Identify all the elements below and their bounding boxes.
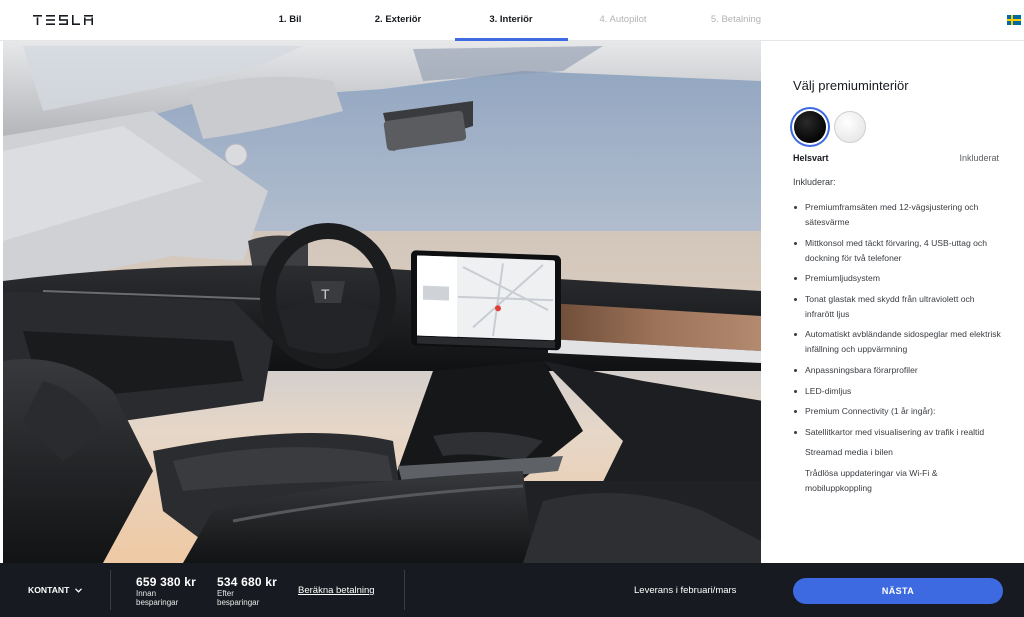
summary-footer: KONTANT 659 380 kr Innan besparingar 534…: [0, 563, 1024, 617]
list-item: Streamad media i bilen: [805, 447, 893, 458]
interior-image: T: [3, 41, 761, 563]
configurator-steps: 1. Bil 2. Exteriör 3. Interiör 4. Autopi…: [240, 0, 800, 41]
list-item: Premium Connectivity (1 år ingår):: [793, 404, 1005, 419]
payment-type-label: KONTANT: [28, 585, 70, 595]
list-item: Mittkonsol med täckt förvaring, 4 USB-ut…: [793, 236, 1005, 266]
calculate-payment-link[interactable]: Beräkna betalning: [298, 585, 375, 596]
swatch-white-interior[interactable]: [834, 111, 866, 143]
interior-options-panel: Välj premiuminteriör Helsvart Inkluderat…: [761, 41, 1024, 563]
list-item: Automatiskt avbländande sidospeglar med …: [793, 327, 1005, 357]
sweden-flag-icon[interactable]: [1007, 15, 1021, 25]
swatch-black-interior[interactable]: [794, 111, 826, 143]
top-navigation: 1. Bil 2. Exteriör 3. Interiör 4. Autopi…: [0, 0, 1024, 41]
footer-divider: [110, 570, 111, 610]
step-betalning[interactable]: 5. Betalning: [708, 0, 764, 41]
chevron-down-icon: [75, 587, 83, 593]
price-after-savings: 534 680 kr: [217, 575, 278, 589]
price-after-label: Efter besparingar: [217, 589, 260, 607]
list-item: Anpassningsbara förarprofiler: [793, 363, 1005, 378]
car-interior-illustration: T: [3, 41, 761, 563]
step-autopilot[interactable]: 4. Autopilot: [595, 0, 651, 41]
step-exterior[interactable]: 2. Exteriör: [373, 0, 423, 41]
selected-interior-price: Inkluderat: [959, 153, 999, 163]
next-button[interactable]: NÄSTA: [793, 578, 1003, 604]
panel-title: Välj premiuminteriör: [793, 78, 909, 93]
payment-type-dropdown[interactable]: KONTANT: [28, 585, 83, 595]
footer-divider: [404, 570, 405, 610]
svg-text:T: T: [321, 286, 330, 302]
price-before-label: Innan besparingar: [136, 589, 179, 607]
includes-label: Inkluderar:: [793, 177, 836, 187]
selected-interior-name: Helsvart: [793, 153, 829, 163]
list-item: Tonat glastak med skydd från ultraviolet…: [793, 292, 1005, 322]
list-item: Premiumframsäten med 12-vägsjustering oc…: [793, 200, 1005, 230]
list-item: Satellitkartor med visualisering av traf…: [793, 425, 1005, 440]
feature-list: Premiumframsäten med 12-vägsjustering oc…: [793, 200, 1005, 502]
price-before-savings: 659 380 kr: [136, 575, 197, 589]
step-bil[interactable]: 1. Bil: [275, 0, 305, 41]
delivery-estimate: Leverans i februari/mars: [634, 585, 737, 596]
tesla-logo[interactable]: [33, 13, 97, 27]
list-item: Trådlösa uppdateringar via Wi-Fi & mobil…: [805, 467, 938, 493]
step-interior[interactable]: 3. Interiör: [488, 0, 534, 41]
list-item: LED-dimljus: [793, 384, 1005, 399]
list-item: Premiumljudsystem: [793, 271, 1005, 286]
tesla-wordmark-icon: [33, 15, 93, 25]
